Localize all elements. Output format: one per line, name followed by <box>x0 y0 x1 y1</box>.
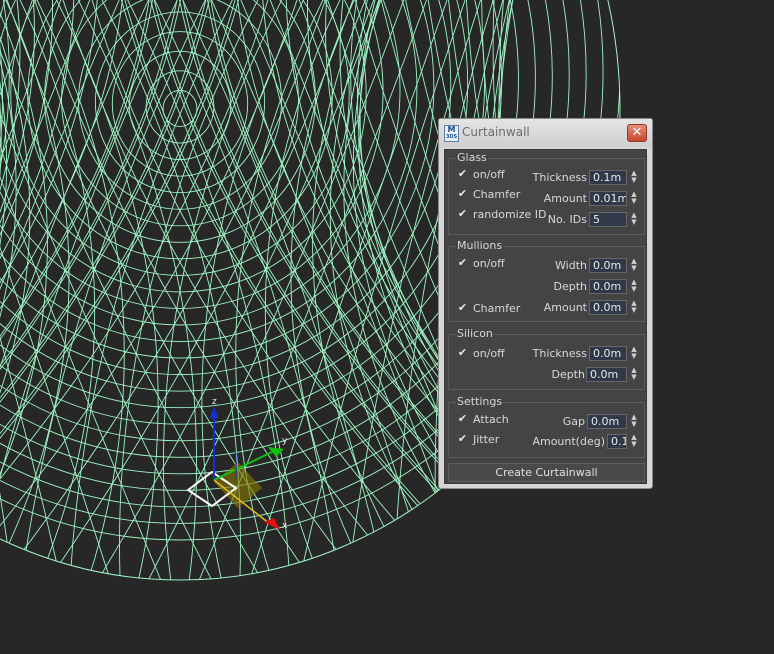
spin-down-icon[interactable]: ▼ <box>629 198 639 205</box>
settings-gap-field[interactable]: 0.0m <box>587 414 627 429</box>
silicon-onoff-label: on/off <box>473 347 505 360</box>
settings-group: Settings ✔ Attach ✔ Jitter Gap 0.0m ▲ ▼ A… <box>448 395 645 458</box>
spin-down-icon[interactable]: ▼ <box>629 286 639 293</box>
glass-amount-field[interactable]: 0.01m <box>589 191 627 206</box>
silicon-thickness-field[interactable]: 0.0m <box>589 346 627 361</box>
spin-down-icon[interactable]: ▼ <box>629 441 639 448</box>
glass-ids-label: No. IDs <box>547 213 587 226</box>
silicon-depth-spinner[interactable]: ▲ ▼ <box>629 367 639 382</box>
settings-jitter-label: Jitter <box>473 433 500 446</box>
glass-onoff-checkbox[interactable]: ✔ <box>456 168 469 181</box>
mullions-chamfer-label: Chamfer <box>473 302 521 315</box>
settings-amount-field[interactable]: 0.1 <box>607 434 627 449</box>
glass-randomize-checkbox[interactable]: ✔ <box>456 208 469 221</box>
silicon-depth-label: Depth <box>551 368 585 381</box>
settings-gap-spinner[interactable]: ▲ ▼ <box>629 414 639 429</box>
glass-thickness-spinner[interactable]: ▲ ▼ <box>629 170 639 185</box>
transform-gizmo[interactable]: z y x <box>186 397 288 531</box>
settings-attach-checkbox[interactable]: ✔ <box>456 413 469 426</box>
settings-amount-spinner[interactable]: ▲ ▼ <box>629 434 639 449</box>
gizmo-z-label: z <box>212 397 217 407</box>
mullions-depth-field[interactable]: 0.0m <box>589 279 627 294</box>
gizmo-z-arrow[interactable] <box>210 406 218 418</box>
glass-onoff-label: on/off <box>473 168 505 181</box>
logo-subtext: 3DS <box>445 134 458 140</box>
mullions-group: Mullions ✔ on/off Width 0.0m ▲ ▼ Depth 0.… <box>448 239 645 322</box>
viewport-wireframe[interactable]: z y x <box>0 0 774 654</box>
silicon-group-title: Silicon <box>456 327 494 340</box>
mullions-width-spinner[interactable]: ▲ ▼ <box>629 258 639 273</box>
mullions-group-title: Mullions <box>456 239 504 252</box>
wire-curve-a <box>0 0 10 580</box>
spin-down-icon[interactable]: ▼ <box>629 265 639 272</box>
glass-thickness-field[interactable]: 0.1m <box>589 170 627 185</box>
wire-ring <box>27 0 333 260</box>
gizmo-x-label: x <box>282 521 288 531</box>
create-curtainwall-button[interactable]: Create Curtainwall <box>448 463 645 482</box>
silicon-thickness-spinner[interactable]: ▲ ▼ <box>629 346 639 361</box>
curtainwall-dialog[interactable]: M 3DS Curtainwall ✕ Glass ✔ on/off ✔ Cha… <box>438 118 653 489</box>
spin-down-icon[interactable]: ▼ <box>629 219 639 226</box>
spin-down-icon[interactable]: ▼ <box>629 307 639 314</box>
dialog-client-area: Glass ✔ on/off ✔ Chamfer ✔ randomize ID … <box>444 149 647 484</box>
wire-curve-a <box>0 0 403 580</box>
mullions-chamfer-checkbox[interactable]: ✔ <box>456 302 469 315</box>
dialog-title: Curtainwall <box>462 125 530 139</box>
close-icon: ✕ <box>631 125 643 140</box>
gizmo-y-label: y <box>282 436 288 446</box>
silicon-thickness-label: Thickness <box>532 347 587 360</box>
silicon-group: Silicon ✔ on/off Thickness 0.0m ▲ ▼ Depth… <box>448 327 645 390</box>
glass-chamfer-checkbox[interactable]: ✔ <box>456 188 469 201</box>
mullions-width-field[interactable]: 0.0m <box>589 258 627 273</box>
wire-curve-a <box>0 0 339 580</box>
mullions-depth-label: Depth <box>553 280 587 293</box>
dialog-titlebar[interactable]: M 3DS Curtainwall ✕ <box>439 119 652 147</box>
settings-gap-label: Gap <box>562 415 585 428</box>
glass-thickness-label: Thickness <box>532 171 587 184</box>
mullions-amount-label: Amount <box>543 301 587 314</box>
mullions-onoff-label: on/off <box>473 257 505 270</box>
glass-ids-spinner[interactable]: ▲ ▼ <box>629 212 639 227</box>
3dsmax-logo-icon: M 3DS <box>444 125 459 142</box>
settings-group-title: Settings <box>456 395 504 408</box>
logo-letter: M <box>447 125 456 134</box>
wire-ring <box>0 0 502 425</box>
mullions-amount-field[interactable]: 0.0m <box>589 300 627 315</box>
mullions-onoff-checkbox[interactable]: ✔ <box>456 257 469 270</box>
glass-group-title: Glass <box>456 151 488 164</box>
close-button[interactable]: ✕ <box>627 124 647 142</box>
silicon-depth-field[interactable]: 0.0m <box>586 367 627 382</box>
glass-amount-spinner[interactable]: ▲ ▼ <box>629 191 639 206</box>
wire-ring <box>44 0 316 243</box>
glass-amount-label: Amount <box>543 192 587 205</box>
silicon-onoff-checkbox[interactable]: ✔ <box>456 347 469 360</box>
spin-down-icon[interactable]: ▼ <box>629 421 639 428</box>
spin-down-icon[interactable]: ▼ <box>629 177 639 184</box>
mullions-width-label: Width <box>555 259 587 272</box>
glass-chamfer-label: Chamfer <box>473 188 521 201</box>
settings-jitter-checkbox[interactable]: ✔ <box>456 433 469 446</box>
settings-attach-label: Attach <box>473 413 509 426</box>
mullions-depth-spinner[interactable]: ▲ ▼ <box>629 279 639 294</box>
glass-group: Glass ✔ on/off ✔ Chamfer ✔ randomize ID … <box>448 151 645 235</box>
spin-down-icon[interactable]: ▼ <box>629 353 639 360</box>
mullions-amount-spinner[interactable]: ▲ ▼ <box>629 300 639 315</box>
settings-amount-label: Amount(deg) <box>532 435 605 448</box>
glass-ids-field[interactable]: 5 <box>589 212 627 227</box>
spin-down-icon[interactable]: ▼ <box>629 374 639 381</box>
